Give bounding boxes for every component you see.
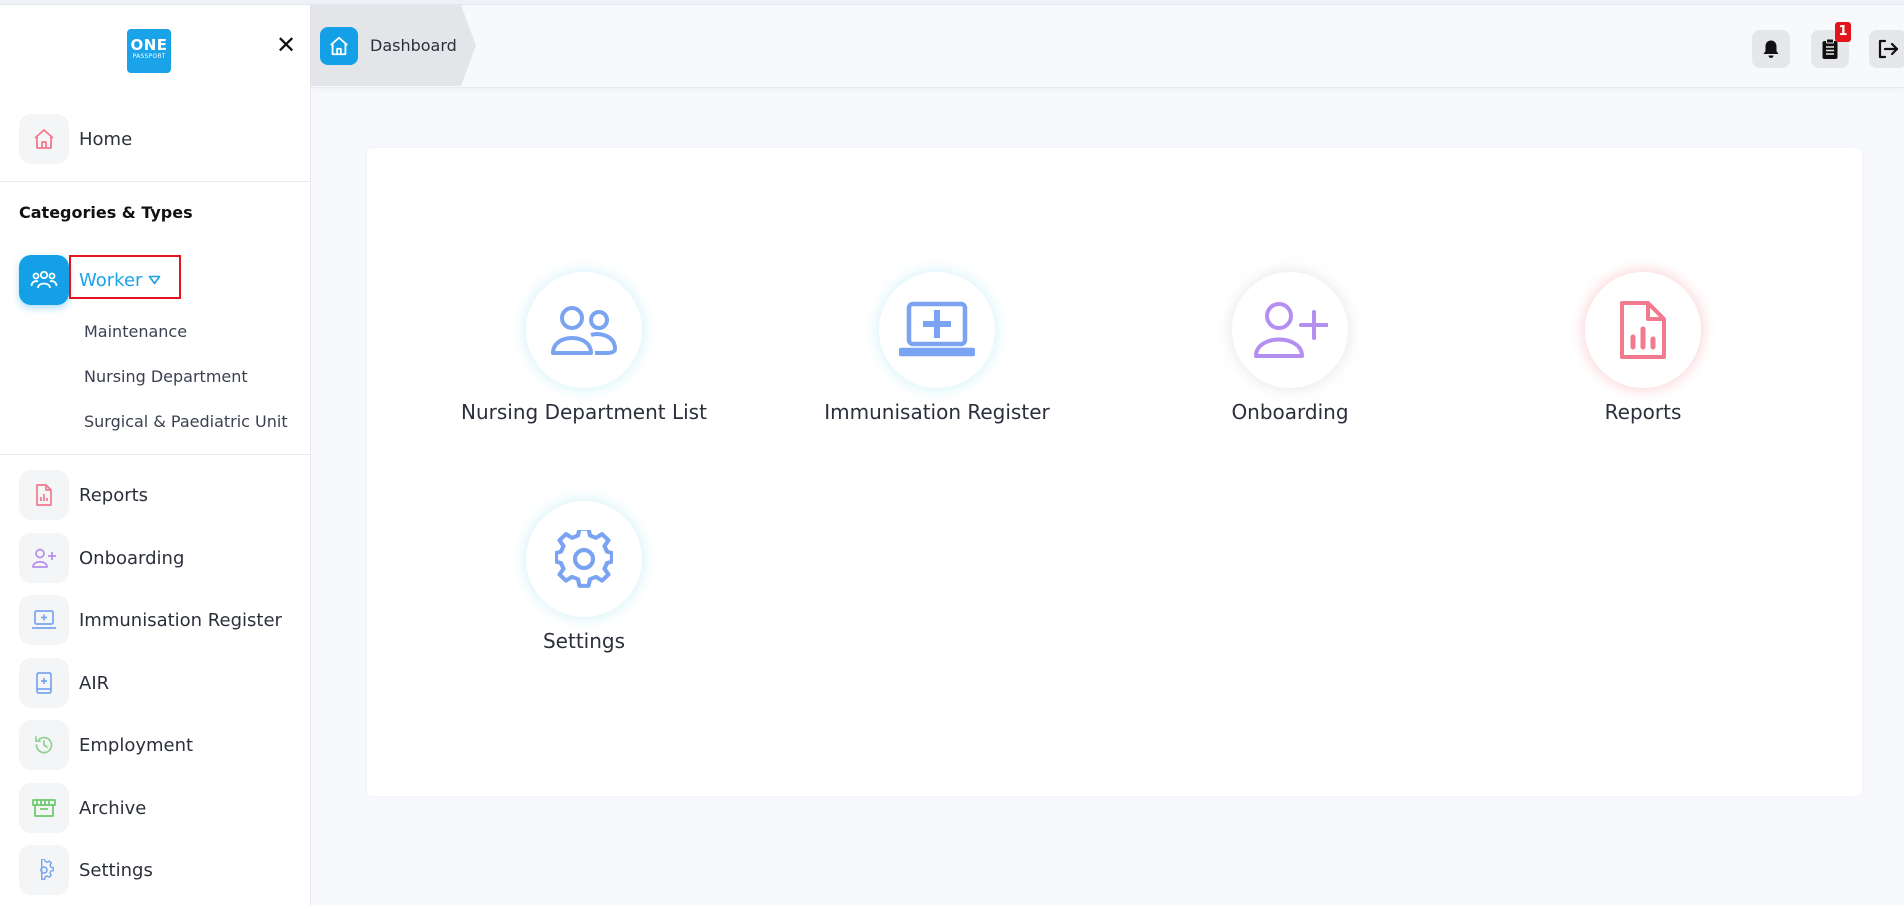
report-icon: [19, 470, 69, 520]
tasks-button[interactable]: 1: [1811, 22, 1851, 68]
history-icon: [19, 720, 69, 770]
tile-settings[interactable]: Settings: [454, 501, 714, 653]
dashboard-card: Nursing Department List Immunisation Reg…: [367, 148, 1862, 796]
sidebar-item-label: AIR: [79, 672, 110, 694]
sidebar-item-label: Onboarding: [79, 547, 185, 569]
sidebar-item-immunisation-register[interactable]: Immunisation Register: [19, 595, 282, 645]
close-sidebar-button[interactable]: ✕: [274, 33, 298, 57]
sidebar-divider: [0, 454, 311, 455]
breadcrumb-label: Dashboard: [370, 36, 457, 55]
sidebar-divider: [0, 181, 311, 182]
sidebar-subitem-surgical-paediatric-unit[interactable]: Surgical & Paediatric Unit: [84, 412, 288, 431]
gear-icon: [19, 845, 69, 895]
logo-text-one: ONE: [130, 36, 168, 54]
top-header: Dashboard 1: [311, 5, 1904, 88]
sidebar-item-air[interactable]: AIR: [19, 658, 109, 708]
book-plus-icon: [19, 658, 69, 708]
sidebar: ONE PASSPORT ✕ Home Categories & Types W…: [0, 5, 311, 905]
gear-icon: [526, 501, 642, 617]
home-icon: [19, 114, 69, 164]
tile-label: Settings: [542, 629, 626, 653]
sidebar-subitem-maintenance[interactable]: Maintenance: [84, 322, 187, 341]
laptop-plus-icon: [19, 595, 69, 645]
sidebar-item-label: Home: [79, 128, 133, 150]
sidebar-item-label: Immunisation Register: [79, 609, 282, 631]
laptop-plus-icon: [879, 272, 995, 388]
user-plus-icon: [19, 533, 69, 583]
tile-label: Onboarding: [1231, 400, 1349, 424]
tile-onboarding[interactable]: Onboarding: [1160, 272, 1420, 424]
sidebar-item-label: Employment: [79, 734, 194, 756]
breadcrumb[interactable]: Dashboard: [311, 5, 476, 86]
tile-label: Reports: [1604, 400, 1682, 424]
tile-label: Nursing Department List: [461, 400, 707, 424]
logout-button[interactable]: [1869, 30, 1904, 68]
sidebar-item-onboarding[interactable]: Onboarding: [19, 533, 184, 583]
sidebar-subitem-nursing-department[interactable]: Nursing Department: [84, 367, 248, 386]
sidebar-item-label: Settings: [79, 859, 153, 881]
section-title: Categories & Types: [19, 203, 193, 222]
bell-icon: [1763, 40, 1779, 58]
one-passport-logo[interactable]: ONE PASSPORT: [127, 29, 171, 73]
tile-reports[interactable]: Reports: [1513, 272, 1773, 424]
highlight-box: [69, 255, 181, 299]
tile-immunisation-register[interactable]: Immunisation Register: [807, 272, 1067, 424]
sidebar-item-settings[interactable]: Settings: [19, 845, 153, 895]
sidebar-item-employment[interactable]: Employment: [19, 720, 193, 770]
sidebar-item-home[interactable]: Home: [19, 114, 132, 164]
users-icon: [19, 255, 69, 305]
report-icon: [1585, 272, 1701, 388]
notifications-button[interactable]: [1752, 30, 1790, 68]
sidebar-item-archive[interactable]: Archive: [19, 783, 146, 833]
logo-text-passport: PASSPORT: [132, 53, 166, 60]
logout-icon: [1878, 39, 1899, 59]
notification-badge: 1: [1835, 22, 1851, 42]
close-icon: ✕: [275, 31, 297, 59]
home-icon: [320, 26, 358, 65]
sidebar-item-reports[interactable]: Reports: [19, 470, 148, 520]
sidebar-item-label: Reports: [79, 484, 149, 506]
tile-nursing-department-list[interactable]: Nursing Department List: [454, 272, 714, 424]
tile-label: Immunisation Register: [824, 400, 1050, 424]
users-icon: [526, 272, 642, 388]
archive-icon: [19, 783, 69, 833]
user-plus-icon: [1232, 272, 1348, 388]
sidebar-item-label: Archive: [79, 797, 147, 819]
